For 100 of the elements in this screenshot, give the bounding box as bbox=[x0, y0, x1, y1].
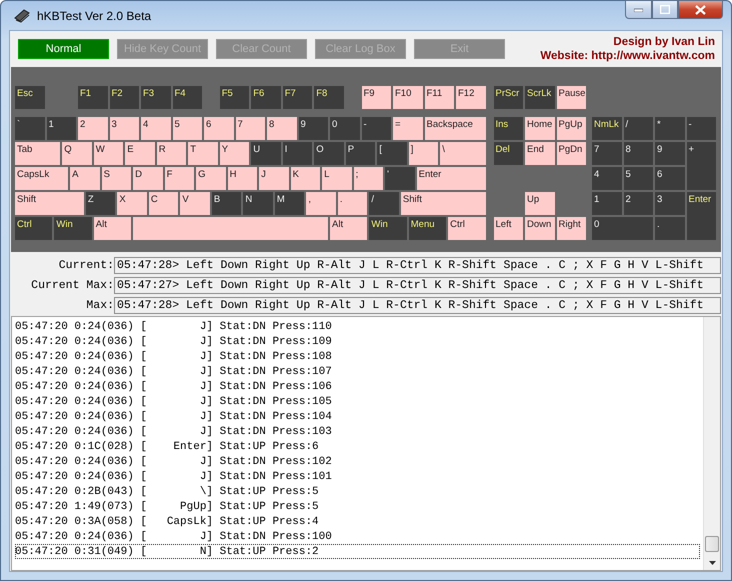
key: 2 bbox=[78, 117, 108, 140]
key: Alt bbox=[94, 217, 132, 240]
key: 9 bbox=[655, 142, 684, 165]
key: F11 bbox=[424, 86, 454, 109]
key: X bbox=[117, 192, 147, 215]
key: Esc bbox=[15, 86, 44, 109]
log-line: 05:47:20 0:24(036) [ J] Stat:DN Press:103 bbox=[15, 425, 333, 439]
credit-text: Design by Ivan Lin bbox=[613, 35, 715, 49]
key: \ bbox=[440, 142, 486, 165]
key: R bbox=[156, 142, 186, 165]
log-line: 05:47:20 0:24(036) [ J] Stat:DN Press:109 bbox=[15, 335, 333, 349]
key: L bbox=[322, 167, 352, 190]
key: Alt bbox=[330, 217, 368, 240]
key: Ins bbox=[494, 117, 523, 140]
key: I bbox=[282, 142, 312, 165]
key: Enter bbox=[686, 192, 716, 240]
scroll-thumb[interactable] bbox=[705, 536, 719, 552]
key: Home bbox=[525, 117, 554, 140]
key: Shift bbox=[400, 192, 486, 215]
key: H bbox=[228, 167, 258, 190]
key: 0 bbox=[592, 217, 653, 240]
key: J bbox=[259, 167, 289, 190]
minimize-button[interactable] bbox=[625, 0, 652, 19]
minimize-icon bbox=[634, 8, 643, 12]
key: Ctrl bbox=[15, 217, 52, 240]
key: 5 bbox=[624, 167, 653, 190]
key: 5 bbox=[172, 117, 202, 140]
key: K bbox=[290, 167, 320, 190]
key: CapsLk bbox=[15, 167, 68, 190]
log-line: 05:47:20 0:1C(028) [ Enter] Stat:UP Press:6 bbox=[15, 440, 320, 454]
key: F4 bbox=[172, 86, 202, 109]
key: / bbox=[369, 192, 399, 215]
key: ] bbox=[408, 142, 438, 165]
key: M bbox=[274, 192, 304, 215]
status-field: 05:47:28> Left Down Right Up R-Alt J L R-Ctrl K R-Shift Space . C ; X F G H V L-Shift bbox=[114, 256, 721, 274]
log-line: 05:47:20 0:24(036) [ J] Stat:DN Press:110 bbox=[15, 320, 333, 334]
key: F8 bbox=[314, 86, 344, 109]
key: 3 bbox=[655, 192, 684, 215]
status-label: Current: bbox=[58, 258, 114, 272]
key: W bbox=[94, 142, 124, 165]
key: PgDn bbox=[556, 142, 586, 165]
key: F bbox=[164, 167, 194, 190]
status-field: 05:47:27> Left Down Right Up R-Alt J L R-Ctrl K R-Shift Space . C ; X F G H V L-Shift bbox=[114, 276, 721, 294]
key: F5 bbox=[220, 86, 250, 109]
key: 1 bbox=[592, 192, 622, 215]
window-title: hKBTest Ver 2.0 Beta bbox=[37, 8, 152, 22]
key: F2 bbox=[110, 86, 139, 109]
key: F6 bbox=[251, 86, 281, 109]
key: F9 bbox=[362, 86, 391, 109]
key: , bbox=[306, 192, 336, 215]
key: Shift bbox=[15, 192, 84, 215]
status-field: 05:47:28> Left Down Right Up R-Alt J L R-Ctrl K R-Shift Space . C ; X F G H V L-Shift bbox=[114, 296, 721, 314]
key: / bbox=[624, 117, 653, 140]
key: 7 bbox=[592, 142, 622, 165]
key: ' bbox=[385, 167, 415, 190]
key: 9 bbox=[298, 117, 328, 140]
key: Down bbox=[525, 217, 554, 240]
log-line: 05:47:20 0:24(036) [ J] Stat:DN Press:108 bbox=[15, 350, 333, 364]
key: ; bbox=[354, 167, 384, 190]
key: Win bbox=[54, 217, 92, 240]
key: P bbox=[346, 142, 376, 165]
log-line: 05:47:20 0:24(036) [ J] Stat:DN Press:102 bbox=[15, 455, 333, 469]
key: Up bbox=[525, 192, 554, 215]
log-line: 05:47:20 1:49(073) [ PgUp] Stat:UP Press:5 bbox=[15, 500, 320, 514]
log-line: 05:47:20 0:24(036) [ J] Stat:DN Press:100 bbox=[15, 530, 333, 544]
key: * bbox=[655, 117, 684, 140]
key: F10 bbox=[393, 86, 422, 109]
key: PrScr bbox=[494, 86, 523, 109]
log-line: 05:47:20 0:31(049) [ N] Stat:UP Press:2 bbox=[15, 544, 700, 559]
key: 0 bbox=[330, 117, 360, 140]
key: 6 bbox=[204, 117, 234, 140]
maximize-button[interactable] bbox=[652, 0, 678, 19]
key: End bbox=[525, 142, 554, 165]
key: Pause bbox=[556, 86, 586, 109]
log-line: 05:47:20 0:24(036) [ J] Stat:DN Press:105 bbox=[15, 395, 333, 409]
maximize-icon bbox=[660, 5, 670, 14]
key: 3 bbox=[110, 117, 139, 140]
close-button[interactable] bbox=[678, 0, 723, 19]
key: D bbox=[133, 167, 163, 190]
key: 8 bbox=[267, 117, 296, 140]
app-icon bbox=[13, 8, 31, 22]
key: F7 bbox=[282, 86, 312, 109]
key: - bbox=[686, 117, 716, 140]
key: + bbox=[686, 142, 716, 190]
key: Ctrl bbox=[448, 217, 486, 240]
key: Menu bbox=[408, 217, 446, 240]
key: N bbox=[243, 192, 273, 215]
key: B bbox=[212, 192, 242, 215]
close-icon bbox=[695, 4, 706, 14]
key: C bbox=[148, 192, 178, 215]
log-line: 05:47:20 0:2B(043) [ \] Stat:UP Press:5 bbox=[15, 485, 320, 499]
key: 2 bbox=[624, 192, 653, 215]
key: NmLk bbox=[592, 117, 622, 140]
key: 4 bbox=[141, 117, 170, 140]
key: F1 bbox=[78, 86, 108, 109]
key: Right bbox=[556, 217, 586, 240]
key: 8 bbox=[624, 142, 653, 165]
caret-down-icon bbox=[708, 561, 716, 565]
toolbar-button[interactable]: Normal bbox=[18, 39, 109, 59]
key: U bbox=[251, 142, 281, 165]
